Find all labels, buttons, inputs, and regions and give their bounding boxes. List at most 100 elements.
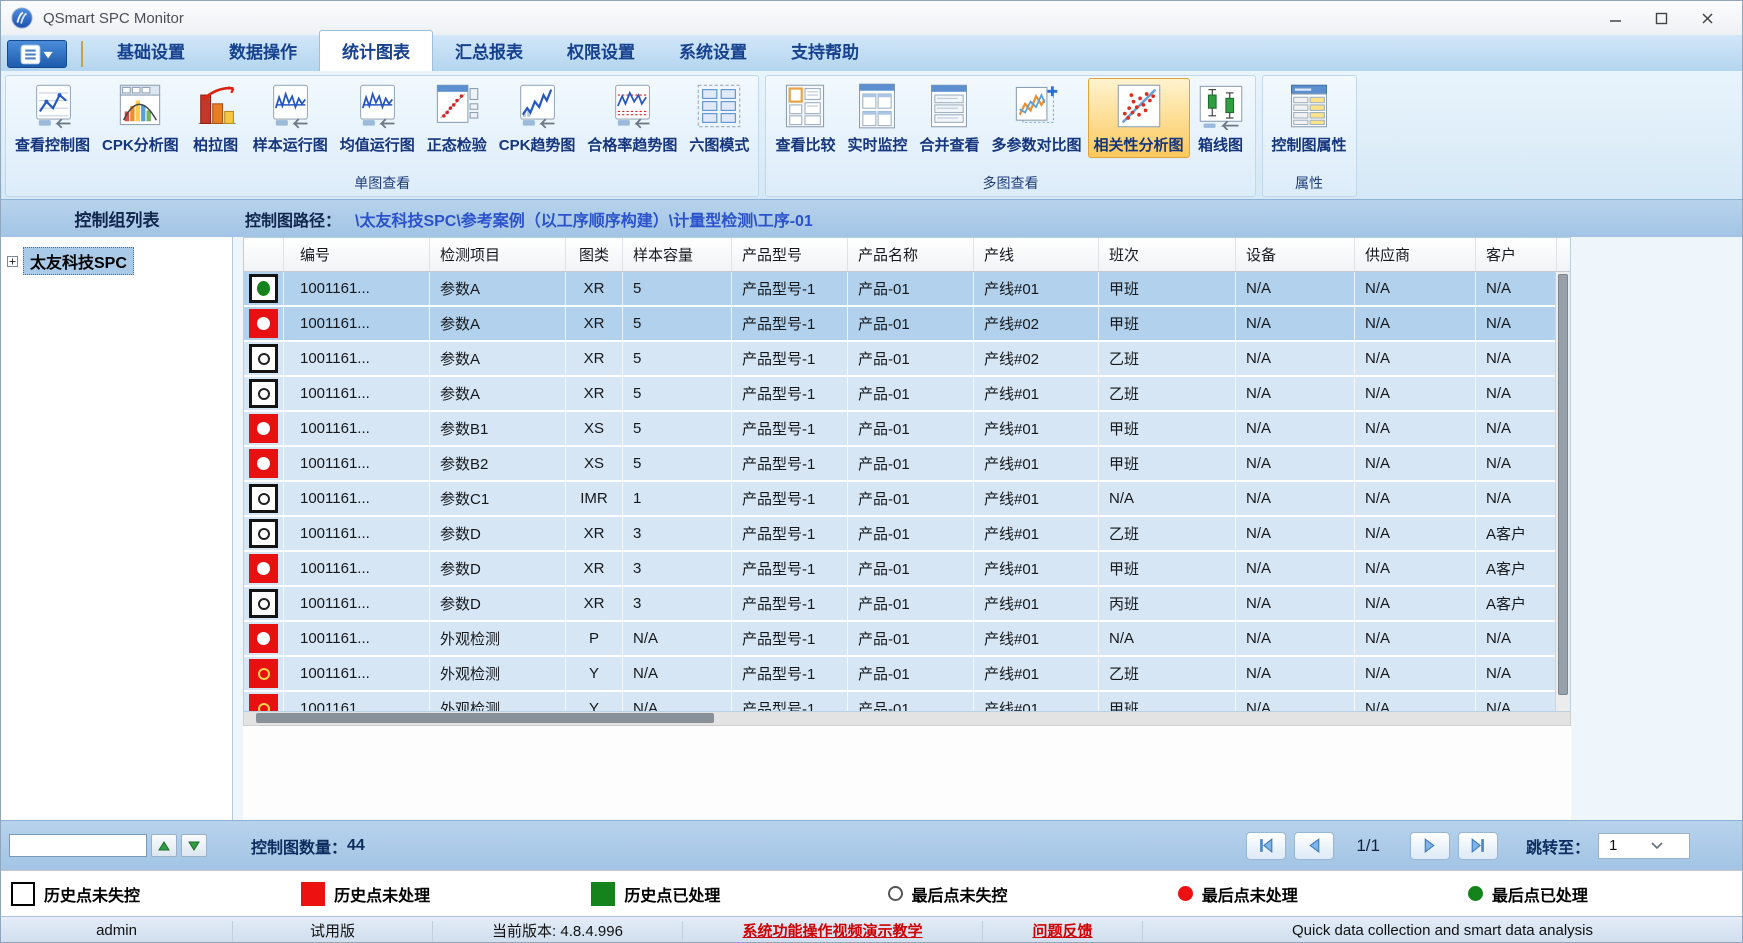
- table-row[interactable]: 1001161... 参数D XR 3 产品型号-1 产品-01 产线#01 乙班 N/A N/A…: [244, 517, 1570, 550]
- cell-supplier: N/A: [1355, 622, 1476, 655]
- cell-line: 产线#02: [974, 342, 1099, 375]
- cell-status: [244, 657, 284, 690]
- ribbon-item-sample-run[interactable]: 样本运行图: [247, 78, 334, 158]
- cell-chart-type: XR: [566, 552, 623, 585]
- path-bar: 控制组列表 控制图路径： \太友科技SPC\参考案例（以工序顺序构建）\计量型检…: [1, 199, 1742, 237]
- column-header-supplier[interactable]: 供应商: [1355, 238, 1476, 271]
- cell-status: [244, 377, 284, 410]
- table-row[interactable]: 1001161... 参数A XR 5 产品型号-1 产品-01 产线#01 乙班 N/A N/A…: [244, 377, 1570, 410]
- status-dot-icon: [257, 667, 270, 680]
- app-window: QSmart SPC Monitor 基础设置 数据操作 统计图表 汇总报表 权限设置系…: [0, 0, 1743, 943]
- menu-tab-1[interactable]: 基础设置: [95, 31, 207, 71]
- cell-device: N/A: [1236, 692, 1355, 711]
- column-header-chart-type[interactable]: 图类: [566, 238, 623, 271]
- table-panel: 编号 检测项目 图类 样本容量 产品型号 产品名称 产线 班次 设备 供应商 客户 1001161.…: [233, 237, 1742, 820]
- cell-shift: 丙班: [1099, 587, 1236, 620]
- tree-expand-icon[interactable]: [7, 255, 18, 267]
- table-row[interactable]: 1001161... 参数C1 IMR 1 产品型号-1 产品-01 产线#01 N/A N/A…: [244, 482, 1570, 515]
- ribbon-item-multi-param-compare[interactable]: 多参数对比图: [985, 78, 1087, 158]
- table-row[interactable]: 1001161... 外观检测 Y N/A 产品型号-1 产品-01 产线#01 乙班 N/A N…: [244, 657, 1570, 690]
- menu-tab-6[interactable]: 系统设置: [657, 31, 769, 71]
- cell-customer: N/A: [1476, 622, 1557, 655]
- ribbon-item-correlation[interactable]: 相关性分析图: [1087, 78, 1190, 158]
- table-row[interactable]: 1001161... 参数A XR 5 产品型号-1 产品-01 产线#01 甲班 N/A N/A…: [244, 272, 1570, 305]
- passrate-trend-icon: [607, 81, 657, 131]
- ribbon-item-passrate-trend[interactable]: 合格率趋势图: [581, 78, 683, 158]
- move-up-button[interactable]: [151, 834, 177, 857]
- sidebar-filter-input[interactable]: [9, 834, 147, 857]
- next-page-button[interactable]: [1409, 831, 1450, 860]
- chart-path-value[interactable]: \太友科技SPC\参考案例（以工序顺序构建）\计量型检测\工序-01: [355, 207, 813, 231]
- ribbon-item-normality[interactable]: 正态检验: [421, 78, 493, 158]
- ribbon-item-cpk-trend[interactable]: CPK趋势图: [493, 78, 582, 158]
- cell-code: 1001161...: [284, 587, 430, 620]
- minimize-button[interactable]: [1606, 9, 1624, 27]
- app-menu-button[interactable]: [7, 40, 67, 68]
- table-row[interactable]: 1001161... 参数D XR 3 产品型号-1 产品-01 产线#01 甲班 N/A N/A…: [244, 552, 1570, 585]
- cell-status: [244, 552, 284, 585]
- cell-device: N/A: [1236, 412, 1355, 445]
- vertical-scrollbar-thumb[interactable]: [1558, 274, 1568, 696]
- horizontal-scrollbar-thumb[interactable]: [256, 713, 714, 723]
- table-row[interactable]: 1001161... 外观检测 Y N/A 产品型号-1 产品-01 产线#01 甲班 N/A N…: [244, 692, 1570, 711]
- ribbon-item-label: 多参数对比图: [991, 137, 1082, 154]
- last-page-button[interactable]: [1457, 831, 1498, 860]
- ribbon-item-pareto[interactable]: 柏拉图: [185, 78, 247, 158]
- cell-chart-type: XS: [566, 447, 623, 480]
- ribbon-item-chart-properties[interactable]: 控制图属性: [1266, 78, 1353, 158]
- first-page-button[interactable]: [1246, 831, 1287, 860]
- table-row[interactable]: 1001161... 外观检测 P N/A 产品型号-1 产品-01 产线#01 N/A N/A…: [244, 622, 1570, 655]
- menu-tab-4[interactable]: 汇总报表: [433, 31, 545, 71]
- feedback-link[interactable]: 问题反馈: [1032, 920, 1092, 941]
- ribbon-item-six-chart[interactable]: 六图模式: [683, 78, 755, 158]
- cell-product-model: 产品型号-1: [732, 342, 848, 375]
- column-header-customer[interactable]: 客户: [1476, 238, 1557, 271]
- ribbon-item-merge-view[interactable]: 合并查看: [913, 78, 985, 158]
- ribbon-item-view-compare[interactable]: 查看比较: [769, 78, 841, 158]
- column-header-code[interactable]: 编号: [284, 238, 430, 271]
- cell-device: N/A: [1236, 377, 1355, 410]
- cell-sample-size: 5: [623, 272, 732, 305]
- menu-tab-5[interactable]: 权限设置: [545, 31, 657, 71]
- move-down-button[interactable]: [181, 834, 207, 857]
- ribbon-item-realtime-monitor[interactable]: 实时监控: [841, 78, 913, 158]
- column-header-product-model[interactable]: 产品型号: [732, 238, 848, 271]
- menu-tab-7[interactable]: 支持帮助: [769, 31, 881, 71]
- tutorial-link[interactable]: 系统功能操作视频演示教学: [742, 920, 922, 941]
- ribbon-item-boxplot[interactable]: 箱线图: [1190, 78, 1252, 158]
- column-header-line[interactable]: 产线: [974, 238, 1099, 271]
- cell-supplier: N/A: [1355, 272, 1476, 305]
- table-row[interactable]: 1001161... 参数B1 XS 5 产品型号-1 产品-01 产线#01 甲班 N/A N/…: [244, 412, 1570, 445]
- table-row[interactable]: 1001161... 参数B2 XS 5 产品型号-1 产品-01 产线#01 甲班 N/A N/…: [244, 447, 1570, 480]
- cell-item: 参数D: [430, 587, 566, 620]
- column-header-status[interactable]: [244, 238, 284, 271]
- column-header-shift[interactable]: 班次: [1099, 238, 1236, 271]
- close-button[interactable]: [1698, 9, 1716, 27]
- table-row[interactable]: 1001161... 参数D XR 3 产品型号-1 产品-01 产线#01 丙班 N/A N/A…: [244, 587, 1570, 620]
- cell-product-name: 产品-01: [848, 272, 974, 305]
- jump-page-select[interactable]: 1: [1598, 832, 1690, 859]
- menu-tab-2[interactable]: 数据操作: [207, 31, 319, 71]
- ribbon-item-mean-run[interactable]: 均值运行图: [334, 78, 421, 158]
- cell-supplier: N/A: [1355, 307, 1476, 340]
- table-row[interactable]: 1001161... 参数A XR 5 产品型号-1 产品-01 产线#02 乙班 N/A N/A…: [244, 342, 1570, 375]
- ribbon-item-cpk-analysis[interactable]: CPK分析图: [96, 78, 185, 158]
- table-row[interactable]: 1001161... 参数A XR 5 产品型号-1 产品-01 产线#02 甲班 N/A N/A…: [244, 307, 1570, 340]
- window-controls: [1606, 9, 1732, 27]
- ribbon-item-control-chart[interactable]: 查看控制图: [9, 78, 96, 158]
- horizontal-scrollbar[interactable]: [243, 712, 1571, 726]
- prev-page-button[interactable]: [1294, 831, 1335, 860]
- status-tutorial: 系统功能操作视频演示教学: [683, 920, 983, 941]
- column-header-item[interactable]: 检测项目: [430, 238, 566, 271]
- main-area: 太友科技SPC 编号 检测项目 图类 样本容量 产品型号 产品名称 产线 班次 设备 供应商 客户 …: [1, 237, 1742, 820]
- vertical-scrollbar[interactable]: [1555, 272, 1570, 711]
- tree-item-root[interactable]: 太友科技SPC: [7, 247, 232, 275]
- cell-line: 产线#01: [974, 692, 1099, 711]
- cell-line: 产线#02: [974, 307, 1099, 340]
- column-header-device[interactable]: 设备: [1236, 238, 1355, 271]
- maximize-button[interactable]: [1652, 9, 1670, 27]
- menu-tab-3[interactable]: 统计图表: [319, 30, 433, 71]
- status-icon: [249, 519, 278, 548]
- column-header-sample-size[interactable]: 样本容量: [623, 238, 732, 271]
- column-header-product-name[interactable]: 产品名称: [848, 238, 974, 271]
